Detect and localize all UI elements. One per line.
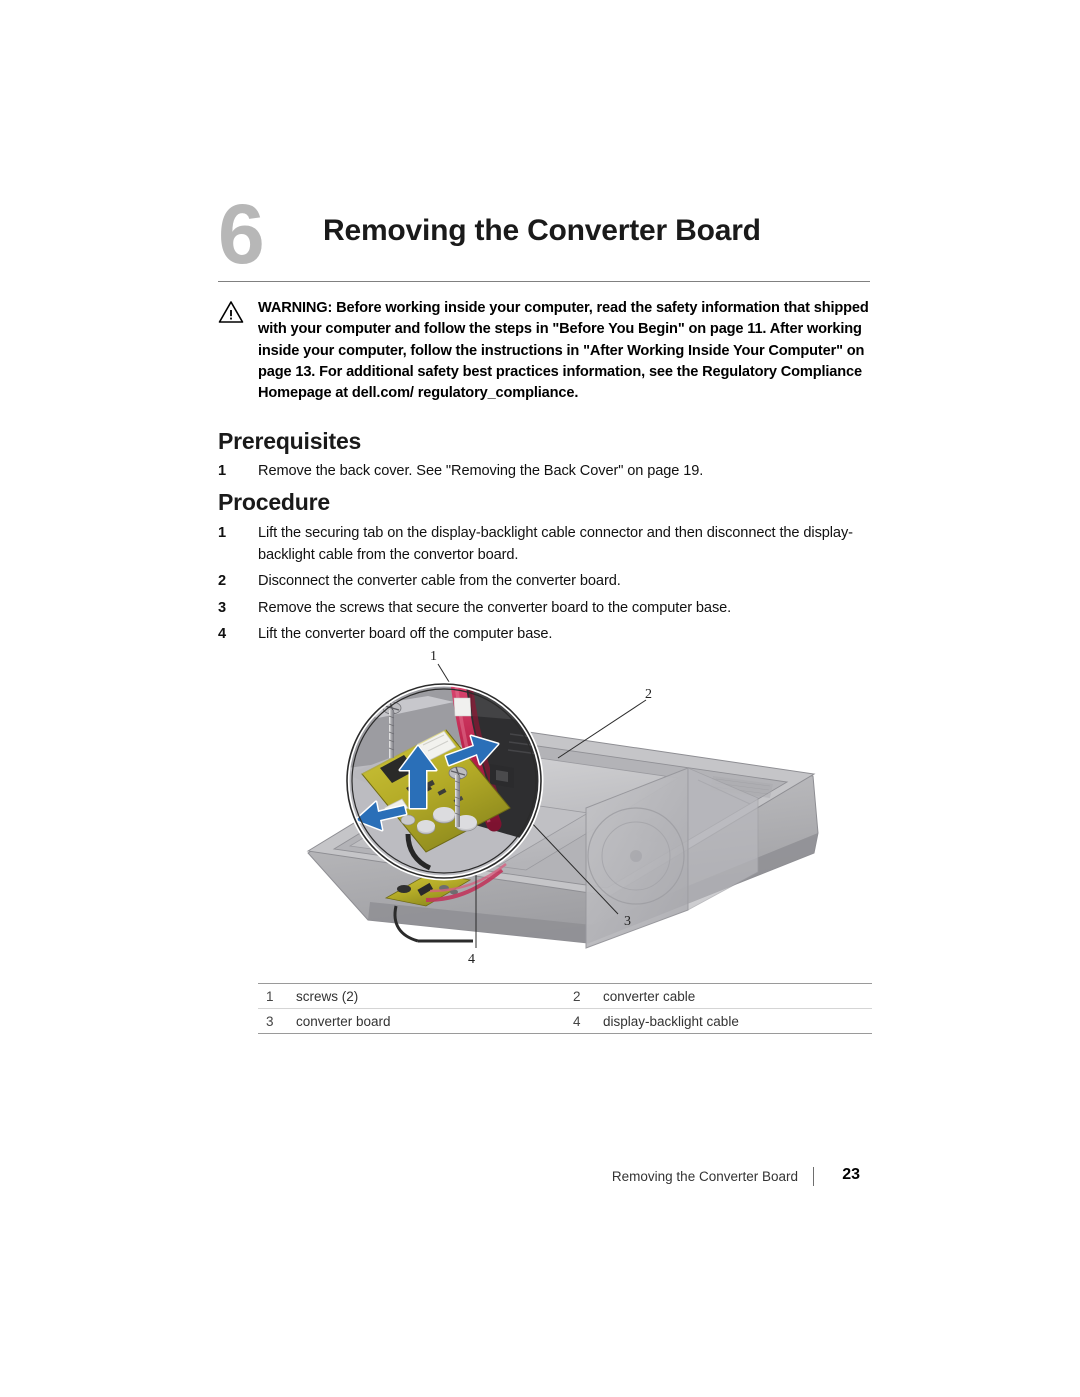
- legend-label: display-backlight cable: [603, 1013, 739, 1029]
- legend-entry: 4 display-backlight cable: [565, 1014, 872, 1029]
- list-item-number: 1: [218, 463, 227, 479]
- list-item-text: Lift the converter board off the compute…: [258, 626, 553, 642]
- list-item: 1 Remove the back cover. See "Removing t…: [218, 461, 870, 483]
- page-footer: Removing the Converter Board 23: [218, 1166, 870, 1190]
- chapter-number: 6: [218, 187, 265, 281]
- prerequisites-heading: Prerequisites: [218, 428, 362, 454]
- magnified-detail: [344, 681, 544, 881]
- legend-label: converter board: [296, 1013, 391, 1029]
- converter-board-removal-illustration: 1 2 3 4: [258, 648, 872, 988]
- warning-block: WARNING: Before working inside your comp…: [218, 298, 870, 404]
- figure-callout-4: 4: [468, 952, 475, 967]
- legend-label: screws (2): [296, 988, 359, 1004]
- document-page: 6 Removing the Converter Board WARNING: …: [0, 0, 1080, 1397]
- list-item-text: Lift the securing tab on the display-bac…: [258, 525, 853, 563]
- list-item-number: 4: [218, 626, 227, 642]
- list-item-text: Disconnect the converter cable from the …: [258, 573, 621, 589]
- list-item-text: Remove the screws that secure the conver…: [258, 599, 732, 616]
- list-item: 1 Lift the securing tab on the display-b…: [218, 523, 870, 566]
- footer-separator: [813, 1167, 814, 1186]
- chapter-header: 6 Removing the Converter Board: [218, 192, 870, 282]
- figure-graphic: 1 2 3 4: [306, 649, 819, 967]
- figure-callout-3: 3: [624, 914, 631, 929]
- list-item: 3 Remove the screws that secure the conv…: [218, 598, 870, 620]
- procedure-heading: Procedure: [218, 489, 330, 515]
- list-item-number: 1: [218, 525, 227, 541]
- warning-text: WARNING: Before working inside your comp…: [258, 300, 869, 402]
- table-row: 1 screws (2) 2 converter cable: [258, 984, 872, 1008]
- figure-callout-2: 2: [645, 687, 652, 702]
- page-title: Removing the Converter Board: [323, 214, 761, 247]
- figure-legend-table: 1 screws (2) 2 converter cable 3 convert…: [258, 983, 872, 1034]
- prerequisites-list: 1 Remove the back cover. See "Removing t…: [218, 461, 870, 484]
- legend-label: converter cable: [603, 988, 696, 1004]
- figure-callout-1: 1: [430, 649, 437, 664]
- legend-entry: 2 converter cable: [565, 989, 872, 1004]
- list-item-number: 2: [218, 573, 227, 589]
- legend-number: 2: [573, 988, 581, 1004]
- list-item: 2 Disconnect the converter cable from th…: [218, 571, 870, 593]
- list-item-text: Remove the back cover. See "Removing the…: [258, 463, 704, 479]
- footer-title: Removing the Converter Board: [611, 1169, 798, 1184]
- legend-entry: 3 converter board: [258, 1014, 565, 1029]
- list-item: 4 Lift the converter board off the compu…: [218, 624, 870, 646]
- legend-number: 1: [266, 988, 274, 1004]
- warning-triangle-icon: [218, 300, 244, 324]
- procedure-list: 1 Lift the securing tab on the display-b…: [218, 523, 870, 647]
- legend-number: 3: [266, 1013, 274, 1029]
- table-row: 3 converter board 4 display-backlight ca…: [258, 1009, 872, 1033]
- header-divider: [218, 281, 870, 282]
- legend-entry: 1 screws (2): [258, 989, 565, 1004]
- list-item-number: 3: [218, 599, 227, 616]
- legend-number: 4: [573, 1013, 581, 1029]
- page-number: 23: [842, 1166, 860, 1183]
- legend-rule-bottom: [258, 1033, 872, 1034]
